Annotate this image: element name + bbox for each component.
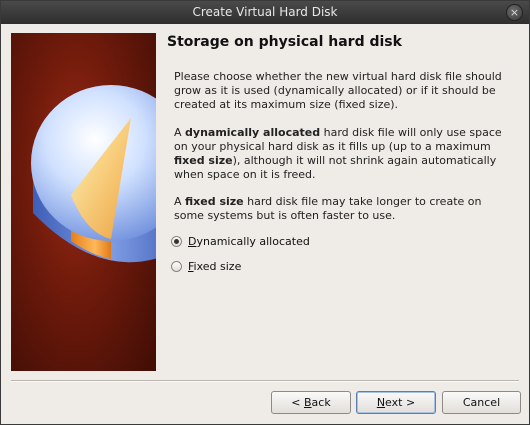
hard-disk-pie-illustration bbox=[11, 33, 156, 371]
title-bar: Create Virtual Hard Disk × bbox=[1, 1, 529, 24]
intro-text: Please choose whether the new virtual ha… bbox=[174, 70, 502, 111]
option-label: Fixed size bbox=[188, 260, 242, 273]
dynamic-description: A dynamically allocated hard disk file w… bbox=[174, 126, 502, 181]
option-label: Dynamically allocated bbox=[188, 235, 310, 248]
back-button[interactable]: < Back bbox=[271, 391, 351, 414]
next-button[interactable]: Next > bbox=[356, 391, 436, 414]
close-icon[interactable]: × bbox=[506, 4, 523, 21]
divider bbox=[11, 380, 519, 382]
cancel-button[interactable]: Cancel bbox=[442, 391, 521, 414]
create-virtual-hard-disk-dialog: Create Virtual Hard Disk × Storage on ph… bbox=[0, 0, 530, 425]
radio-fixed-size[interactable] bbox=[171, 261, 182, 272]
fixed-description: A fixed size hard disk file may take lon… bbox=[174, 195, 482, 222]
content-area: Storage on physical hard disk bbox=[167, 34, 517, 50]
radio-dynamically-allocated[interactable] bbox=[171, 236, 182, 247]
window-title: Create Virtual Hard Disk bbox=[192, 5, 338, 19]
option-fixed-size[interactable]: Fixed size bbox=[171, 260, 241, 273]
page-title: Storage on physical hard disk bbox=[167, 34, 402, 50]
option-dynamically-allocated[interactable]: Dynamically allocated bbox=[171, 235, 310, 248]
